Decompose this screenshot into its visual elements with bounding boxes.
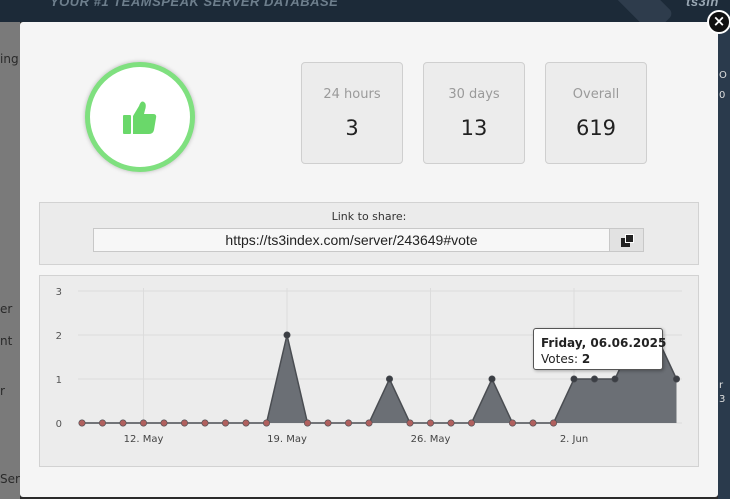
data-point (488, 375, 496, 383)
votes-chart: 0 1 2 3 12. May 19. May 26. May 2. Jun (39, 275, 699, 467)
data-point (303, 419, 311, 427)
tooltip-date: Friday, 06.06.2025 (541, 336, 667, 350)
votes-chart-svg: 0 1 2 3 12. May 19. May 26. May 2. Jun (56, 287, 682, 445)
background-text: r (0, 384, 5, 398)
share-label: Link to share: (331, 210, 407, 223)
tooltip-votes-value: 2 (581, 352, 591, 366)
data-point (181, 419, 189, 427)
share-panel: Link to share: https://ts3index.com/serv… (39, 202, 699, 265)
background-header: YOUR #1 TEAMSPEAK SERVER DATABASE ts3in (0, 0, 730, 35)
data-point (467, 419, 475, 427)
data-point (590, 375, 598, 383)
background-text: O (719, 70, 727, 81)
stat-value: 13 (460, 116, 488, 140)
data-point (324, 419, 332, 427)
stat-24-hours: 24 hours 3 (301, 62, 403, 164)
stat-value: 3 (345, 116, 359, 140)
background-text: ing (0, 52, 19, 66)
data-point (222, 419, 230, 427)
data-point (263, 419, 271, 427)
data-point (611, 375, 619, 383)
data-point (140, 419, 148, 427)
x-tick-label: 26. May (411, 434, 451, 445)
data-point (160, 419, 168, 427)
background-right-column: O 0 r 3 (718, 22, 730, 499)
vote-badge (85, 62, 195, 172)
background-text: r (719, 380, 724, 391)
data-point (570, 375, 578, 383)
y-tick-label: 0 (56, 419, 62, 430)
stat-30-days: 30 days 13 (423, 62, 525, 164)
y-tick-label: 2 (56, 331, 62, 342)
stat-label: 24 hours (323, 87, 381, 102)
background-text: 3 (719, 394, 726, 405)
data-point (385, 375, 393, 383)
data-point (78, 419, 86, 427)
data-point (344, 419, 352, 427)
data-point (508, 419, 516, 427)
data-point (672, 375, 680, 383)
data-point (98, 419, 106, 427)
x-tick-label: 19. May (267, 434, 307, 445)
thumbs-up-icon (123, 101, 157, 134)
data-point (283, 331, 291, 339)
data-point (201, 419, 209, 427)
stat-value: 619 (575, 116, 617, 140)
background-text: 0 (719, 90, 726, 101)
background-text: er (0, 302, 13, 316)
stat-label: 30 days (448, 87, 500, 102)
stat-overall: Overall 619 (545, 62, 647, 164)
x-tick-label: 12. May (124, 434, 164, 445)
data-point (119, 419, 127, 427)
background-left-column: ing er nt r Ser (0, 22, 20, 499)
stat-label: Overall (572, 87, 620, 102)
copy-icon (621, 234, 634, 247)
y-tick-label: 1 (56, 375, 62, 386)
tooltip-votes: Votes: 2 (541, 352, 590, 366)
copy-link-button[interactable] (609, 228, 644, 252)
data-point (447, 419, 455, 427)
background-brand: ts3in (686, 0, 719, 9)
data-point (426, 419, 434, 427)
data-point (365, 419, 373, 427)
close-button[interactable]: × (707, 10, 730, 34)
tooltip-votes-label: Votes: (541, 352, 579, 366)
data-point (406, 419, 414, 427)
x-tick-label: 2. Jun (560, 434, 588, 445)
background-tagline: YOUR #1 TEAMSPEAK SERVER DATABASE (50, 0, 339, 9)
chart-tooltip: Friday, 06.06.2025 Votes: 2 (533, 328, 667, 370)
y-tick-label: 3 (56, 287, 62, 298)
background-text: Ser (0, 472, 20, 486)
vote-modal: 24 hours 3 30 days 13 Overall 619 Link t… (20, 22, 718, 497)
data-point (242, 419, 250, 427)
data-point (529, 419, 537, 427)
background-text: nt (0, 334, 13, 348)
share-link-field[interactable]: https://ts3index.com/server/243649#vote (93, 228, 609, 252)
data-point (549, 419, 557, 427)
